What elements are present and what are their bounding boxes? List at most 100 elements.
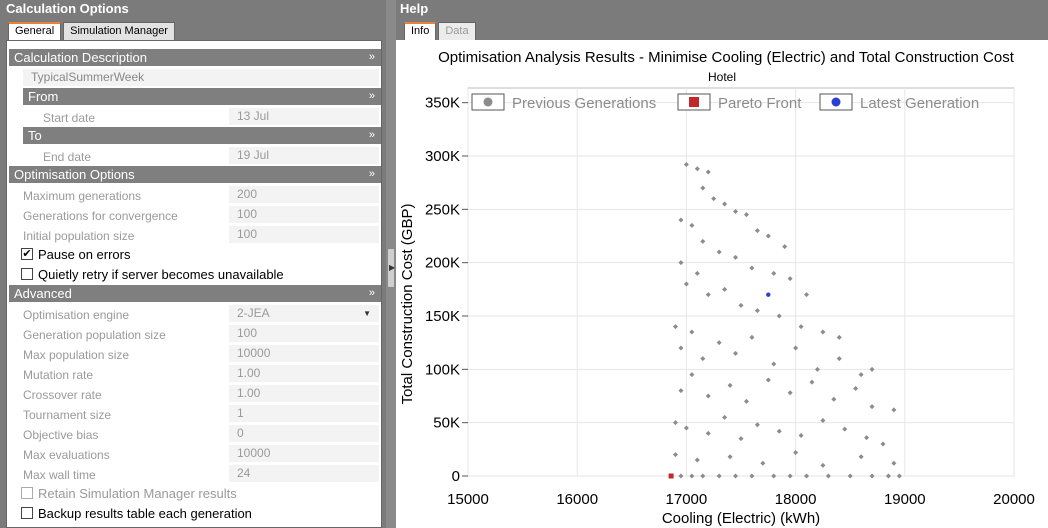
option-row: Crossover rate 1.00: [9, 384, 381, 404]
legend-marker: [689, 97, 699, 107]
tab-info[interactable]: Info: [404, 22, 437, 40]
tab-data[interactable]: Data: [438, 22, 476, 40]
section-calculation-description[interactable]: Calculation Description »: [9, 49, 381, 66]
option-label: Maximum generations: [23, 189, 142, 203]
option-value-field[interactable]: 1: [229, 405, 379, 422]
optimisation-engine-label: Optimisation engine: [23, 308, 130, 322]
option-label: Initial population size: [23, 229, 135, 243]
section-to[interactable]: To »: [23, 127, 381, 144]
chart-subtitle: Hotel: [708, 70, 736, 84]
description-field[interactable]: TypicalSummerWeek: [23, 69, 379, 86]
advanced-rows: Generation population size 100 Max populat…: [9, 324, 381, 484]
pareto-point: [668, 473, 674, 479]
backup-results-row: Backup results table each generation: [9, 504, 381, 524]
option-row: Generations for convergence 100: [9, 205, 381, 225]
option-row: Tournament size 1: [9, 404, 381, 424]
y-tick-label: 250K: [425, 201, 460, 218]
y-tick-label: 200K: [425, 255, 460, 272]
option-value-field[interactable]: 100: [229, 325, 379, 342]
option-row: Max population size 10000: [9, 344, 381, 364]
legend-marker: [483, 97, 493, 107]
option-label: Objective bias: [23, 428, 99, 442]
backup-results-label: Backup results table each generation: [38, 506, 252, 521]
expand-arrow-icon[interactable]: ▶: [389, 263, 395, 272]
x-tick-label: 19000: [884, 491, 926, 508]
app-window: Calculation Options General Simulation M…: [0, 0, 1048, 528]
optimisation-engine-row: Optimisation engine 2-JEA ▼: [9, 304, 381, 324]
option-value-field[interactable]: 24: [229, 465, 379, 482]
option-value-field[interactable]: 100: [229, 206, 379, 223]
quietly-retry-label: Quietly retry if server becomes unavaila…: [38, 267, 284, 282]
option-label: Max population size: [23, 348, 130, 362]
option-value-field[interactable]: 10000: [229, 445, 379, 462]
section-label: To: [28, 128, 42, 143]
quietly-retry-checkbox[interactable]: [21, 268, 33, 280]
collapse-chevron-icon[interactable]: »: [369, 127, 375, 144]
retain-results-row: Retain Simulation Manager results: [9, 484, 381, 504]
option-row: Objective bias 0: [9, 424, 381, 444]
chart-area: Optimisation Analysis Results - Minimise…: [396, 40, 1048, 528]
collapse-chevron-icon[interactable]: »: [369, 49, 375, 66]
section-label: Advanced: [14, 286, 72, 301]
scatter-chart: Optimisation Analysis Results - Minimise…: [399, 49, 1035, 527]
x-tick-label: 20000: [993, 491, 1035, 508]
option-value-field[interactable]: 100: [229, 226, 379, 243]
chart-title: Optimisation Analysis Results - Minimise…: [438, 49, 1015, 66]
backup-results-checkbox[interactable]: [21, 507, 33, 519]
start-date-label: Start date: [43, 111, 96, 125]
y-tick-label: 350K: [425, 95, 460, 112]
legend-entry: Pareto Front: [718, 95, 802, 112]
retain-results-label: Retain Simulation Manager results: [38, 486, 237, 501]
latest-point: [766, 292, 771, 297]
optimisation-rows: Maximum generations 200 Generations for co…: [9, 185, 381, 245]
option-label: Mutation rate: [23, 368, 94, 382]
tab-general[interactable]: General: [8, 22, 62, 40]
section-advanced[interactable]: Advanced »: [9, 285, 381, 302]
calculation-options-panel: Calculation Options General Simulation M…: [0, 0, 388, 528]
start-date-row: Start date 13 Jul: [9, 107, 381, 127]
y-tick-label: 100K: [425, 361, 460, 378]
y-tick-label: 50K: [433, 415, 460, 432]
start-date-field[interactable]: 13 Jul: [229, 108, 379, 125]
option-label: Generation population size: [23, 328, 166, 342]
option-label: Crossover rate: [23, 388, 102, 402]
plot-area: 15000 16000 17000 18000 19000 20000 0 50K 100K 15…: [399, 87, 1035, 527]
pause-on-errors-label: Pause on errors: [38, 247, 131, 262]
option-label: Generations for convergence: [23, 209, 178, 223]
pause-on-errors-checkbox[interactable]: ✔: [21, 248, 33, 260]
splitter-grip[interactable]: ▶: [387, 248, 395, 288]
tab-simulation-manager[interactable]: Simulation Manager: [63, 22, 175, 40]
right-tabs: Info Data: [404, 22, 478, 40]
x-tick-label: 16000: [556, 491, 598, 508]
option-row: Generation population size 100: [9, 324, 381, 344]
end-date-row: End date 19 Jul: [9, 146, 381, 166]
option-value-field[interactable]: 10000: [229, 345, 379, 362]
retain-results-checkbox[interactable]: [21, 487, 33, 499]
panel-title: Help: [400, 1, 429, 16]
left-tabs: General Simulation Manager: [8, 22, 177, 40]
collapse-chevron-icon[interactable]: »: [369, 166, 375, 183]
option-row: Max evaluations 10000: [9, 444, 381, 464]
option-value-field[interactable]: 200: [229, 186, 379, 203]
end-date-field[interactable]: 19 Jul: [229, 147, 379, 164]
quietly-retry-row: Quietly retry if server becomes unavaila…: [9, 265, 381, 285]
panel-title: Calculation Options: [6, 1, 129, 16]
collapse-chevron-icon[interactable]: »: [369, 88, 375, 105]
option-value-field[interactable]: 0: [229, 425, 379, 442]
end-date-label: End date: [43, 150, 92, 164]
section-optimisation-options[interactable]: Optimisation Options »: [9, 166, 381, 183]
option-value-field[interactable]: 1.00: [229, 365, 379, 382]
option-row: Max wall time 24: [9, 464, 381, 484]
option-row: Mutation rate 1.00: [9, 364, 381, 384]
pause-on-errors-row: ✔ Pause on errors: [9, 245, 381, 265]
help-panel: Help Info Data Optimisation Analysis Res…: [396, 0, 1048, 528]
dropdown-arrow-icon[interactable]: ▼: [363, 305, 371, 322]
option-value-field[interactable]: 1.00: [229, 385, 379, 402]
section-from[interactable]: From »: [23, 88, 381, 105]
y-axis-label: Total Construction Cost (GBP): [399, 204, 416, 405]
x-tick-label: 17000: [666, 491, 708, 508]
legend-entry: Previous Generations: [512, 95, 656, 112]
option-row: Initial population size 100: [9, 225, 381, 245]
collapse-chevron-icon[interactable]: »: [369, 285, 375, 302]
optimisation-engine-select[interactable]: 2-JEA ▼: [229, 305, 379, 322]
